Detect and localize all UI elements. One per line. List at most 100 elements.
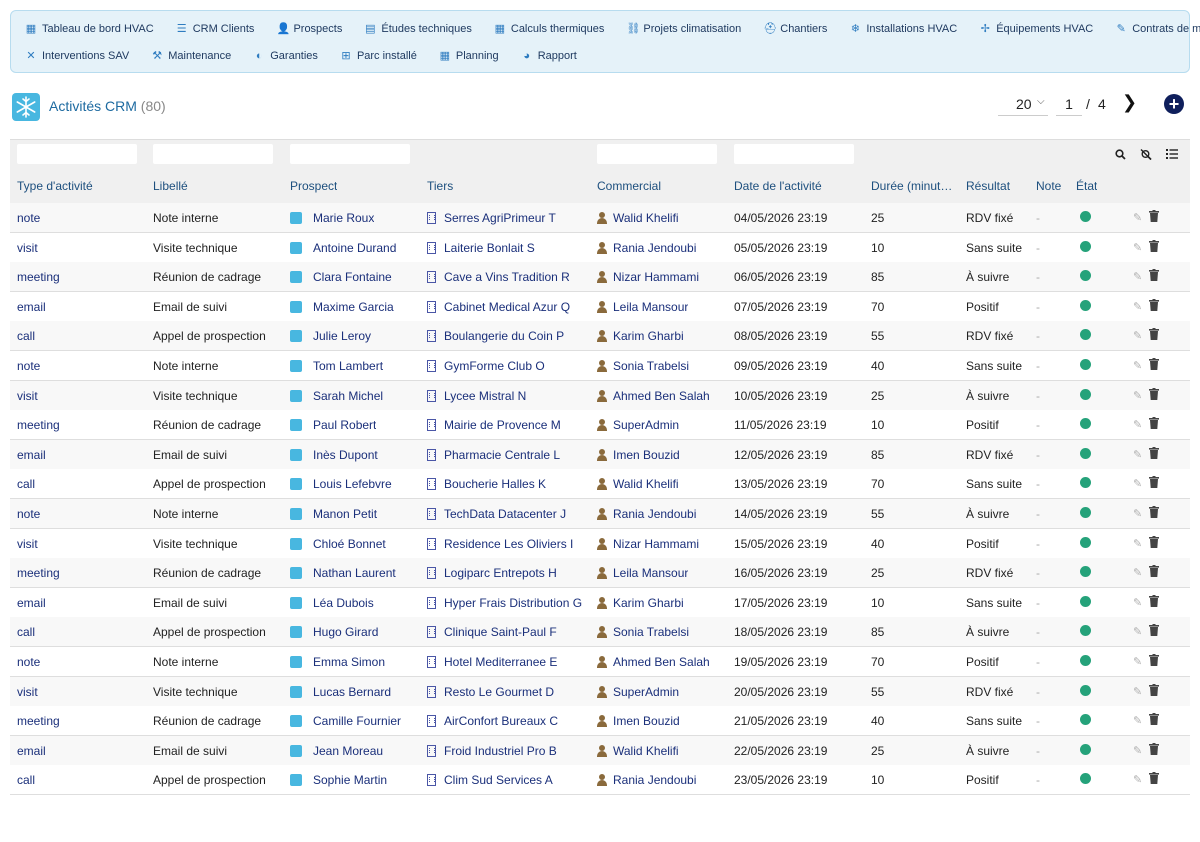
trash-icon[interactable] (1149, 298, 1159, 311)
nav-item-project-tree[interactable]: ⛓ Projets climatisation (626, 21, 741, 37)
nav-item-list[interactable]: ☰ CRM Clients (176, 21, 255, 37)
cell-prospect[interactable]: Nathan Laurent (290, 566, 396, 580)
trash-icon[interactable] (1149, 565, 1159, 578)
cell-type[interactable]: call (17, 477, 35, 491)
cell-tiers[interactable]: Logiparc Entrepots H (427, 566, 557, 580)
table-row[interactable]: visit Visite technique Antoine Durand Laite… (10, 232, 1190, 263)
cell-tiers[interactable]: Serres AgriPrimeur T (427, 211, 556, 225)
cell-tiers[interactable]: Pharmacie Centrale L (427, 448, 560, 462)
header-commercial[interactable]: Commercial (597, 179, 661, 193)
cell-tiers[interactable]: Clim Sud Services A (427, 773, 553, 787)
cell-commercial[interactable]: Leila Mansour (597, 300, 688, 314)
trash-icon[interactable] (1149, 772, 1159, 785)
trash-icon[interactable] (1149, 742, 1159, 755)
edit-icon[interactable]: ✎ (1133, 241, 1142, 254)
trash-icon[interactable] (1149, 594, 1159, 607)
table-row[interactable]: note Note interne Marie Roux Serres AgriPri… (10, 203, 1190, 233)
cell-prospect[interactable]: Tom Lambert (290, 359, 383, 373)
cell-tiers[interactable]: Resto Le Gourmet D (427, 685, 554, 699)
cell-prospect[interactable]: Manon Petit (290, 507, 377, 521)
cell-commercial[interactable]: Rania Jendoubi (597, 507, 696, 521)
edit-icon[interactable]: ✎ (1133, 507, 1142, 520)
cell-commercial[interactable]: Sonia Trabelsi (597, 625, 689, 639)
cell-tiers[interactable]: Boulangerie du Coin P (427, 329, 564, 343)
table-row[interactable]: email Email de suivi Jean Moreau Froid Indu… (10, 735, 1190, 766)
nav-item-calendar[interactable]: ▦ Planning (439, 48, 499, 64)
cell-tiers[interactable]: Boucherie Halles K (427, 477, 546, 491)
table-row[interactable]: meeting Réunion de cadrage Clara Fontaine C… (10, 262, 1190, 293)
cell-commercial[interactable]: Imen Bouzid (597, 714, 680, 728)
nav-item-snowflake[interactable]: ❄ Installations HVAC (849, 21, 958, 37)
trash-icon[interactable] (1149, 713, 1159, 726)
cell-prospect[interactable]: Julie Leroy (290, 329, 371, 343)
cell-type[interactable]: call (17, 773, 35, 787)
edit-icon[interactable]: ✎ (1133, 270, 1142, 283)
cell-commercial[interactable]: Karim Gharbi (597, 596, 684, 610)
nav-item-shield[interactable]: ◐ Garanties (253, 48, 318, 64)
nav-item-contract[interactable]: ✎ Contrats de maintenance (1115, 21, 1200, 37)
column-list-icon[interactable] (1166, 149, 1178, 163)
trash-icon[interactable] (1149, 476, 1159, 489)
cell-commercial[interactable]: SuperAdmin (597, 418, 679, 432)
cell-type[interactable]: email (17, 744, 46, 758)
edit-icon[interactable]: ✎ (1133, 359, 1142, 372)
trash-icon[interactable] (1149, 269, 1159, 282)
cell-type[interactable]: email (17, 596, 46, 610)
next-page-button[interactable]: ❯ (1122, 92, 1137, 113)
trash-icon[interactable] (1149, 328, 1159, 341)
table-row[interactable]: meeting Réunion de cadrage Nathan Laurent L… (10, 558, 1190, 589)
nav-item-sitemap[interactable]: ⊞ Parc installé (340, 48, 417, 64)
cell-tiers[interactable]: Cave a Vins Tradition R (427, 270, 570, 284)
cell-prospect[interactable]: Camille Fournier (290, 714, 401, 728)
cell-commercial[interactable]: Imen Bouzid (597, 448, 680, 462)
trash-icon[interactable] (1149, 358, 1159, 370)
page-number-input[interactable]: 1 (1056, 94, 1082, 116)
trash-icon[interactable] (1149, 506, 1159, 518)
table-row[interactable]: visit Visite technique Chloé Bonnet Residen… (10, 528, 1190, 559)
trash-icon[interactable] (1149, 387, 1159, 400)
cell-prospect[interactable]: Léa Dubois (290, 596, 374, 610)
edit-icon[interactable]: ✎ (1133, 329, 1142, 342)
edit-icon[interactable]: ✎ (1133, 477, 1142, 490)
cell-prospect[interactable]: Emma Simon (290, 655, 385, 669)
edit-icon[interactable]: ✎ (1133, 773, 1142, 786)
table-row[interactable]: email Email de suivi Léa Dubois Hyper Frais… (10, 587, 1190, 618)
filter-commercial-input[interactable] (597, 144, 717, 164)
cell-type[interactable]: note (17, 655, 40, 669)
search-icon[interactable] (1114, 149, 1126, 163)
cell-commercial[interactable]: Ahmed Ben Salah (597, 389, 710, 403)
header-label[interactable]: Libellé (153, 179, 188, 193)
nav-item-user-plus[interactable]: 👤 Prospects (276, 21, 342, 37)
trash-icon[interactable] (1149, 624, 1159, 637)
add-button[interactable]: + (1164, 94, 1184, 114)
cell-prospect[interactable]: Maxime Garcia (290, 300, 394, 314)
cell-commercial[interactable]: Rania Jendoubi (597, 773, 696, 787)
cell-commercial[interactable]: Ahmed Ben Salah (597, 655, 710, 669)
cell-prospect[interactable]: Sophie Martin (290, 773, 387, 787)
cell-commercial[interactable]: Sonia Trabelsi (597, 359, 689, 373)
cell-prospect[interactable]: Louis Lefebvre (290, 477, 392, 491)
cell-type[interactable]: email (17, 448, 46, 462)
cell-tiers[interactable]: Hyper Frais Distribution G (427, 596, 582, 610)
filter-date-input[interactable] (734, 144, 854, 164)
cell-commercial[interactable]: Walid Khelifi (597, 744, 679, 758)
filter-label-input[interactable] (153, 144, 273, 164)
cell-prospect[interactable]: Paul Robert (290, 418, 376, 432)
trash-icon[interactable] (1149, 239, 1159, 252)
cell-commercial[interactable]: Nizar Hammami (597, 537, 699, 551)
edit-icon[interactable]: ✎ (1133, 537, 1142, 550)
cell-tiers[interactable]: Cabinet Medical Azur Q (427, 300, 570, 314)
table-row[interactable]: visit Visite technique Lucas Bernard Resto … (10, 676, 1190, 707)
edit-icon[interactable]: ✎ (1133, 566, 1142, 579)
cell-type[interactable]: meeting (17, 714, 60, 728)
cell-prospect[interactable]: Hugo Girard (290, 625, 378, 639)
cell-type[interactable]: call (17, 329, 35, 343)
trash-icon[interactable] (1149, 535, 1159, 548)
edit-icon[interactable]: ✎ (1133, 300, 1142, 313)
cell-commercial[interactable]: Rania Jendoubi (597, 241, 696, 255)
edit-icon[interactable]: ✎ (1133, 211, 1142, 224)
cell-type[interactable]: visit (17, 685, 38, 699)
cell-tiers[interactable]: TechData Datacenter J (427, 507, 566, 521)
table-row[interactable]: note Note interne Emma Simon Hotel Mediterr… (10, 647, 1190, 677)
cell-commercial[interactable]: Karim Gharbi (597, 329, 684, 343)
